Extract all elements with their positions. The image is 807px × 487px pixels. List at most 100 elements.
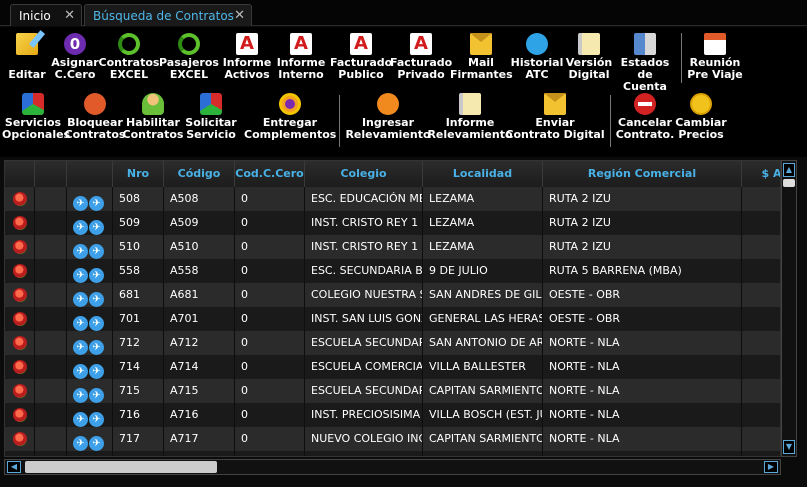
close-icon[interactable]: ✕ xyxy=(234,5,245,27)
vertical-scrollbar[interactable]: ▲ ▼ xyxy=(781,160,797,457)
toolbar-button[interactable]: Mail Firmantes xyxy=(450,33,513,81)
column-header[interactable] xyxy=(5,161,35,187)
airplane-icon[interactable]: ✈ xyxy=(89,412,104,427)
amount-cell: 71. xyxy=(742,283,781,307)
airplane-icon[interactable]: ✈ xyxy=(73,364,88,379)
airplane-icon[interactable]: ✈ xyxy=(73,292,88,307)
table-row[interactable]: ✈ ✈ 681 A681 0 COLEGIO NUESTRA SI SAN ANDRES D… xyxy=(5,283,780,307)
table-row[interactable]: ✈ ✈ 558 A558 0 ESC. SECUNDARIA BA 9 DE JULIO RU… xyxy=(5,259,780,283)
scroll-thumb[interactable] xyxy=(783,179,795,187)
column-header[interactable]: Nro xyxy=(113,161,164,187)
toolbar-button[interactable]: Bloquear Contratos xyxy=(64,93,126,141)
toolbar-button[interactable]: Estados de Cuenta xyxy=(614,33,676,93)
airplane-icon[interactable]: ✈ xyxy=(89,292,104,307)
close-icon[interactable]: ✕ xyxy=(64,5,75,27)
airplane-icon[interactable]: ✈ xyxy=(73,268,88,283)
region-cell: RUTA 5 BARRENA (MBA) xyxy=(543,259,742,283)
table-row[interactable]: ✈ ✈ 510 A510 0 INST. CRISTO REY 1 LEZAMA RUTA … xyxy=(5,235,780,259)
table-row[interactable]: ✈ ✈ 701 A701 0 INST. SAN LUIS GONZ GENERAL LAS… xyxy=(5,307,780,331)
airplane-icon[interactable]: ✈ xyxy=(73,196,88,211)
rose-icon[interactable] xyxy=(13,288,27,302)
toolbar-button[interactable]: Pasajeros EXCEL xyxy=(158,33,220,81)
rose-icon[interactable] xyxy=(13,360,27,374)
table-row[interactable]: ✈ ✈ 715 A715 0 ESCUELA SECUNDARI CAPITAN SARMI… xyxy=(5,379,780,403)
airplane-icon[interactable]: ✈ xyxy=(89,436,104,451)
airplane-icon[interactable]: ✈ xyxy=(73,340,88,355)
tab-inicio[interactable]: Inicio ✕ xyxy=(10,4,82,26)
column-header[interactable]: Localidad xyxy=(423,161,543,187)
toolbar-button-label: EXCEL xyxy=(109,68,149,81)
airplane-icon[interactable]: ✈ xyxy=(73,220,88,235)
toolbar-button[interactable]: Reunión Pre Viaje xyxy=(684,33,746,81)
airplane-icon[interactable]: ✈ xyxy=(89,220,104,235)
scroll-left-icon[interactable]: ◀ xyxy=(7,461,21,473)
airplane-icon[interactable]: ✈ xyxy=(73,436,88,451)
column-header[interactable] xyxy=(67,161,113,187)
column-header[interactable]: $ A xyxy=(742,161,781,187)
toolbar-button[interactable]: Cancelar Contrato. xyxy=(614,93,676,141)
airplane-icon[interactable]: ✈ xyxy=(89,364,104,379)
travel-icons: ✈✈ xyxy=(73,215,105,235)
rose-icon[interactable] xyxy=(13,384,27,398)
table-row[interactable]: ✈ ✈ 716 A716 0 INST. PRECIOSISIMA VILLA BOSCH … xyxy=(5,403,780,427)
airplane-icon[interactable]: ✈ xyxy=(89,196,104,211)
rose-icon[interactable] xyxy=(13,432,27,446)
toolbar-button[interactable]: FacturadoPublico xyxy=(330,33,392,81)
column-header[interactable]: Colegio xyxy=(305,161,423,187)
table-row[interactable]: ✈ ✈ 717 A717 0 NUEVO COLEGIO ING CAPITAN SARMI… xyxy=(5,427,780,451)
column-header[interactable]: Cod.C.Cero xyxy=(235,161,305,187)
rose-icon[interactable] xyxy=(13,312,27,326)
column-header[interactable]: Región Comercial xyxy=(543,161,742,187)
rose-icon[interactable] xyxy=(13,216,27,230)
toolbar-button[interactable]: Entregar Complementos xyxy=(244,93,336,141)
toolbar-button[interactable]: InformeInterno xyxy=(270,33,332,81)
column-header[interactable]: Código xyxy=(164,161,235,187)
toolbar-button[interactable]: Habilitar Contratos xyxy=(122,93,184,141)
toolbar-button[interactable]: 0 Asignar C.Cero xyxy=(44,33,106,81)
toolbar-button[interactable]: Contratos EXCEL xyxy=(98,33,160,81)
toolbar-button[interactable]: Ingresar Relevamiento xyxy=(342,93,434,141)
rose-icon[interactable] xyxy=(13,192,27,206)
table-row[interactable]: ✈ ✈ 509 A509 0 INST. CRISTO REY 1 LEZAMA RUTA … xyxy=(5,211,780,235)
airplane-icon[interactable]: ✈ xyxy=(89,340,104,355)
region-cell: RUTA 2 IZU xyxy=(543,211,742,235)
airplane-icon[interactable]: ✈ xyxy=(89,244,104,259)
airplane-icon[interactable]: ✈ xyxy=(89,268,104,283)
table-row[interactable]: ✈ ✈ 712 A712 0 ESCUELA SECUNDARI SAN ANTONIO D… xyxy=(5,331,780,355)
tab-busqueda-contratos[interactable]: Búsqueda de Contratos ✕ xyxy=(84,4,252,26)
row-travel-cell: ✈✈ xyxy=(67,235,113,259)
table-row[interactable]: ✈ ✈ 714 A714 0 ESCUELA COMERCIAL VILLA BALLEST… xyxy=(5,355,780,379)
rose-icon[interactable] xyxy=(13,240,27,254)
table-row[interactable]: ✈ ✈ 508 A508 0 ESC. EDUCACIÓN MEI LEZAMA RUTA 2… xyxy=(5,187,780,211)
row-action-cell xyxy=(5,427,35,451)
horizontal-scrollbar[interactable]: ◀ ▶ xyxy=(4,459,781,475)
airplane-icon[interactable]: ✈ xyxy=(89,316,104,331)
rose-icon[interactable] xyxy=(13,264,27,278)
airplane-icon[interactable]: ✈ xyxy=(73,244,88,259)
scroll-down-icon[interactable]: ▼ xyxy=(783,440,795,454)
toolbar-button[interactable]: Versión Digital xyxy=(558,33,620,81)
rose-icon[interactable] xyxy=(13,408,27,422)
colegio-cell: INST. CRISTO REY 1 xyxy=(305,211,423,235)
toolbar-button[interactable]: Cambiar Precios xyxy=(670,93,732,141)
table-row[interactable]: ✈✈ 718A7180INST. AGUSTINIANOVILLA SAN AND… xyxy=(5,451,780,457)
toolbar-button[interactable]: FacturadoPrivado xyxy=(390,33,452,81)
airplane-icon[interactable]: ✈ xyxy=(89,388,104,403)
toolbar-button-label: Contratos xyxy=(64,128,126,141)
toolbar-button[interactable]: Servicios Opcionales xyxy=(2,93,70,141)
scroll-thumb[interactable] xyxy=(25,461,217,473)
airplane-icon[interactable]: ✈ xyxy=(73,412,88,427)
airplane-icon[interactable]: ✈ xyxy=(73,316,88,331)
toolbar-button[interactable]: Enviar Contrato Digital xyxy=(502,93,608,141)
colegio-cell: ESCUELA COMERCIAL xyxy=(305,355,423,379)
toolbar-button[interactable]: InformeActivos xyxy=(216,33,278,81)
column-header[interactable] xyxy=(35,161,67,187)
scroll-right-icon[interactable]: ▶ xyxy=(764,461,778,473)
toolbar-button[interactable]: Solicitar Servicio xyxy=(180,93,242,141)
rose-icon[interactable] xyxy=(13,456,27,457)
scroll-up-icon[interactable]: ▲ xyxy=(783,163,795,177)
rose-icon[interactable] xyxy=(13,336,27,350)
airplane-icon[interactable]: ✈ xyxy=(73,388,88,403)
row-travel-cell: ✈✈ xyxy=(67,259,113,283)
toolbar-button-label: Pre Viaje xyxy=(687,68,743,81)
